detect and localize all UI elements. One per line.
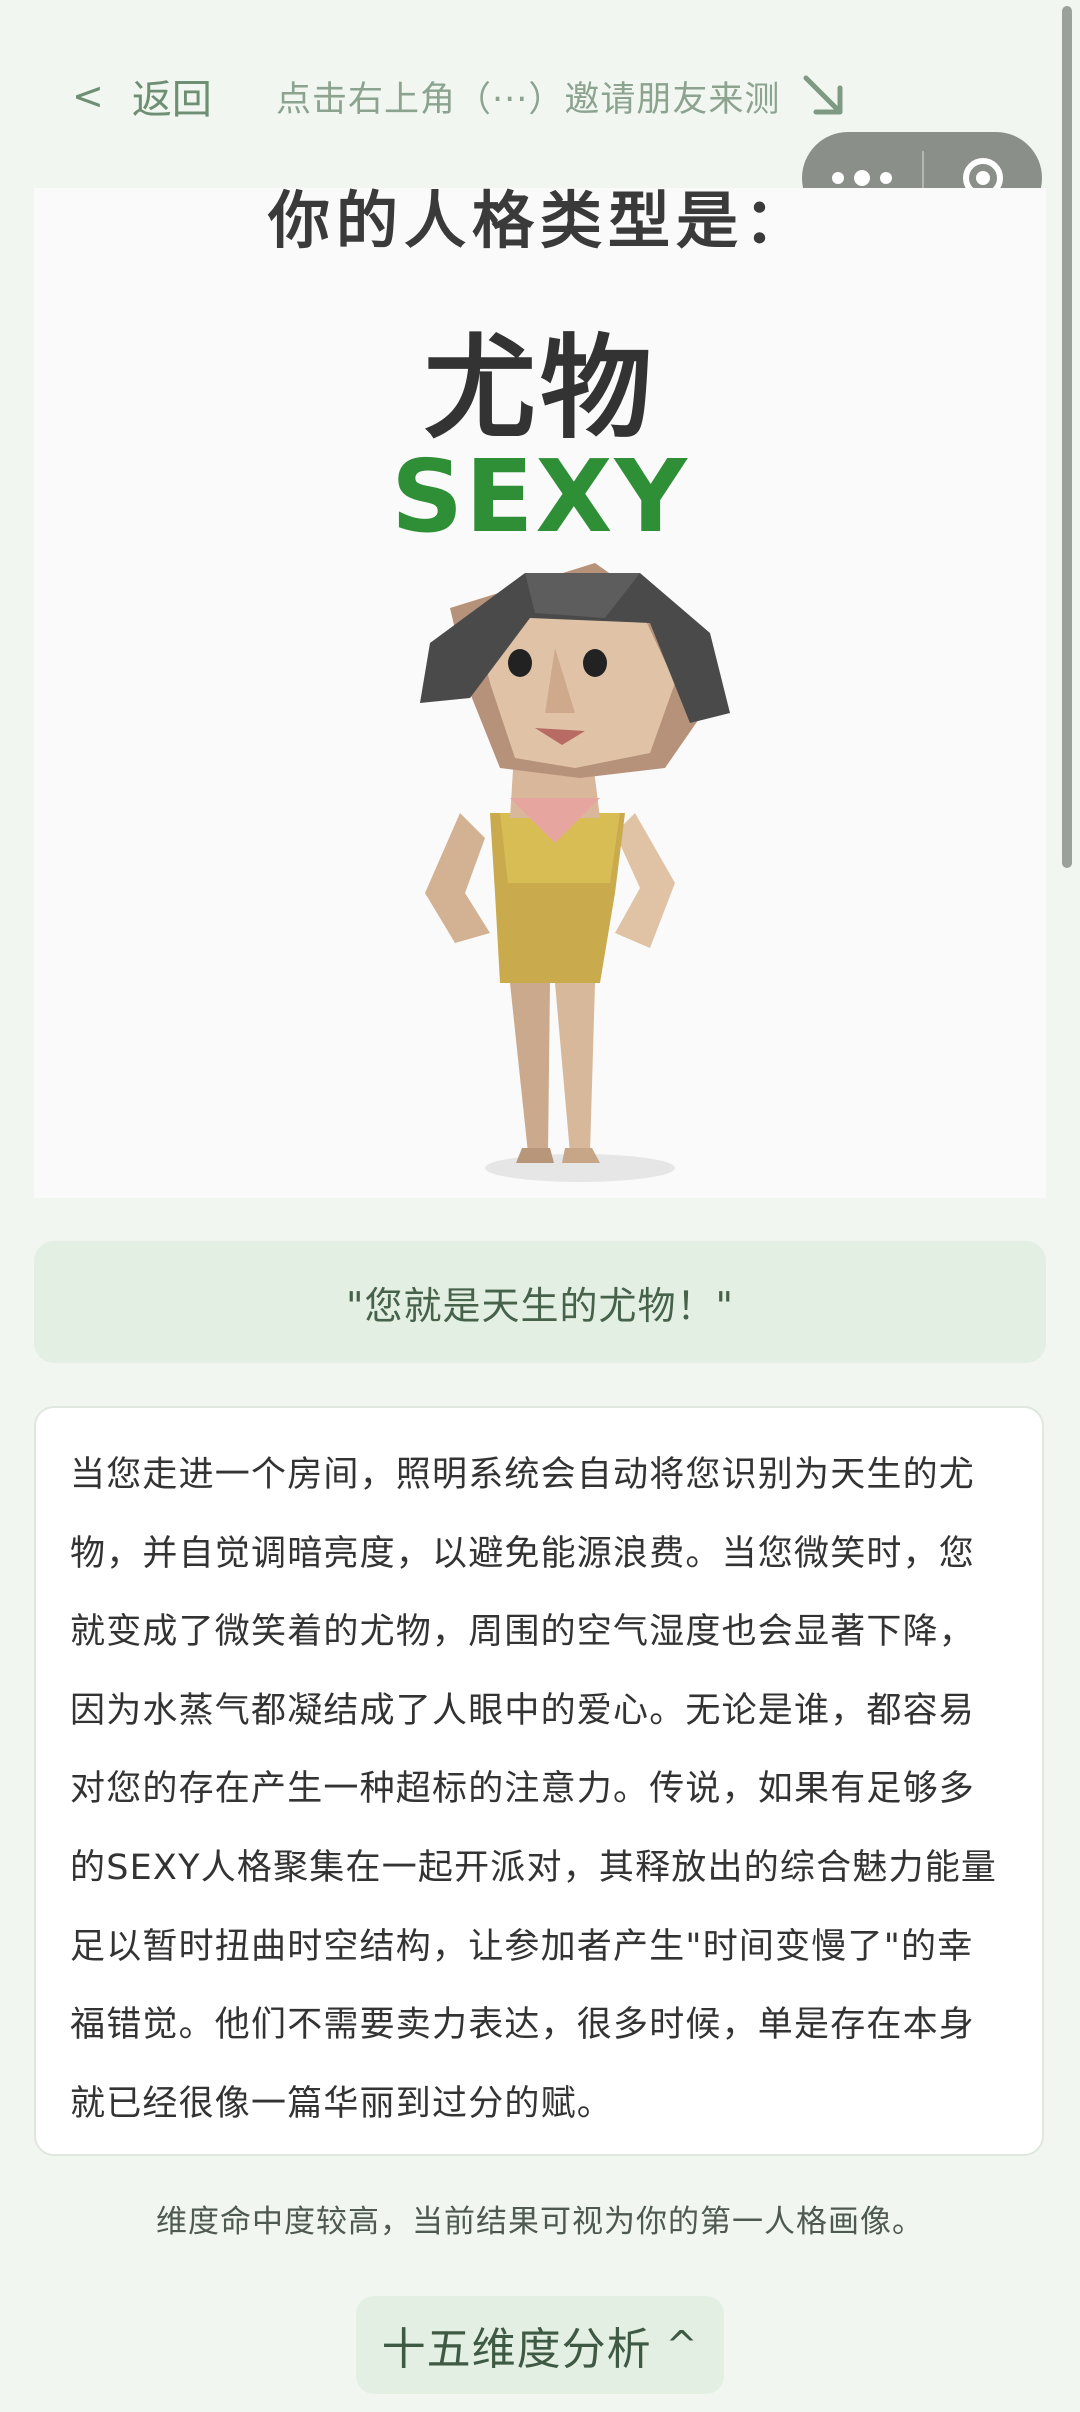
back-button[interactable]: < 返回	[72, 66, 212, 126]
image-top-text: 你的人格类型是：	[267, 188, 812, 257]
scrollbar[interactable]	[1062, 0, 1076, 2412]
analysis-button-label: 十五维度分析	[381, 2324, 652, 2375]
result-note: 维度命中度较高，当前结果可视为你的第一人格画像。	[156, 2204, 924, 2240]
description-card: 当您走进一个房间，照明系统会自动将您识别为天生的尤物，并自觉调暗亮度，以避免能源…	[34, 1406, 1044, 2156]
more-dots-icon	[827, 170, 897, 186]
share-hint: 点击右上角（···）邀请朋友来测	[276, 66, 850, 126]
share-hint-text: 点击右上角（···）邀请朋友来测	[276, 79, 781, 120]
dimension-analysis-button[interactable]: 十五维度分析 ^	[356, 2296, 724, 2394]
back-label: 返回	[131, 77, 212, 123]
chevron-up-icon: ^	[665, 2323, 699, 2367]
arrow-down-right-icon	[803, 75, 843, 115]
result-quote: "您就是天生的尤物！"	[34, 1241, 1046, 1363]
result-image: 你的人格类型是： 尤物 SEXY	[34, 188, 1046, 1198]
chevron-left-icon: <	[72, 74, 104, 118]
description-text: 当您走进一个房间，照明系统会自动将您识别为天生的尤物，并自觉调暗亮度，以避免能源…	[70, 1455, 998, 2124]
character-illustration	[420, 563, 730, 1182]
personality-type-en: SEXY	[391, 438, 689, 555]
personality-type-cn: 尤物	[424, 324, 656, 454]
